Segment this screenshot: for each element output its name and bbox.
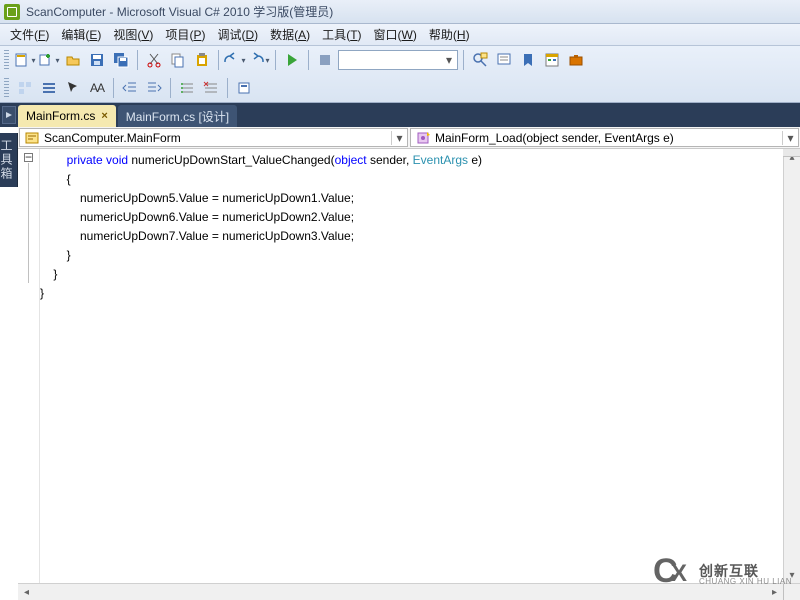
toolbar-separator bbox=[218, 50, 219, 70]
font-size-button[interactable]: AA bbox=[86, 77, 108, 99]
app-icon bbox=[4, 4, 20, 20]
watermark-logo bbox=[653, 558, 693, 592]
save-all-button[interactable] bbox=[110, 49, 132, 71]
decrease-indent-button[interactable] bbox=[119, 77, 141, 99]
member-name: MainForm_Load(object sender, EventArgs e… bbox=[435, 131, 782, 145]
scroll-left-button[interactable]: ◂ bbox=[18, 584, 35, 600]
configuration-combo[interactable] bbox=[338, 50, 458, 70]
side-panel-toggle[interactable] bbox=[2, 106, 16, 124]
watermark-cn: 创新互联 bbox=[699, 564, 792, 578]
menu-tools[interactable]: 工具(T) bbox=[316, 24, 367, 45]
fold-guide bbox=[28, 163, 29, 283]
chevron-down-icon: ▾ bbox=[782, 131, 798, 145]
paste-button[interactable] bbox=[191, 49, 213, 71]
bookmark-button[interactable] bbox=[517, 49, 539, 71]
tab-label: MainForm.cs bbox=[26, 109, 95, 123]
menu-view[interactable]: 视图(V) bbox=[107, 24, 159, 45]
menu-help[interactable]: 帮助(H) bbox=[423, 24, 476, 45]
chevron-down-icon: ▾ bbox=[446, 53, 452, 67]
toolbar-separator bbox=[463, 50, 464, 70]
tab-label: MainForm.cs [设计] bbox=[126, 108, 229, 125]
save-button[interactable] bbox=[86, 49, 108, 71]
document-tab-strip: MainForm.cs × MainForm.cs [设计] bbox=[0, 103, 800, 127]
stop-debug-button[interactable] bbox=[314, 49, 336, 71]
toolbar-separator bbox=[308, 50, 309, 70]
window-title: ScanComputer - Microsoft Visual C# 2010 … bbox=[26, 3, 333, 20]
undo-button[interactable]: ▾ bbox=[224, 49, 246, 71]
toolbar-separator bbox=[113, 78, 114, 98]
toolbox-side-tab[interactable]: 工具箱 bbox=[0, 133, 18, 187]
menu-edit[interactable]: 编辑(E) bbox=[55, 24, 107, 45]
toolbar-row-2: AA bbox=[0, 74, 800, 102]
class-icon bbox=[24, 130, 40, 146]
class-name: ScanComputer.MainForm bbox=[44, 131, 391, 145]
add-item-button[interactable]: ▾ bbox=[38, 49, 60, 71]
find-in-files-button[interactable] bbox=[469, 49, 491, 71]
comment-out-button[interactable] bbox=[176, 77, 198, 99]
code-nav-bar: ScanComputer.MainForm ▾ MainForm_Load(ob… bbox=[18, 127, 800, 149]
splitter-handle[interactable] bbox=[783, 149, 800, 157]
class-view-button[interactable] bbox=[38, 77, 60, 99]
toolbox-button[interactable] bbox=[565, 49, 587, 71]
close-icon[interactable]: × bbox=[101, 110, 107, 122]
uncomment-button[interactable] bbox=[200, 77, 222, 99]
menu-bar: 文件(F) 编辑(E) 视图(V) 项目(P) 调试(D) 数据(A) 工具(T… bbox=[0, 24, 800, 46]
class-selector[interactable]: ScanComputer.MainForm ▾ bbox=[19, 128, 408, 147]
new-project-button[interactable]: ▾ bbox=[14, 49, 36, 71]
toolbar-separator bbox=[170, 78, 171, 98]
toolbar-grip[interactable] bbox=[4, 78, 9, 98]
copy-button[interactable] bbox=[167, 49, 189, 71]
toggle-bookmark-button[interactable] bbox=[233, 77, 255, 99]
menu-window[interactable]: 窗口(W) bbox=[368, 24, 423, 45]
vertical-scrollbar[interactable]: ▴ ▾ bbox=[783, 149, 800, 600]
menu-file[interactable]: 文件(F) bbox=[4, 24, 55, 45]
code-editor[interactable]: − private void numericUpDownStart_ValueC… bbox=[18, 149, 800, 600]
watermark: 创新互联 CHUANG XIN HU LIAN bbox=[653, 558, 792, 592]
select-tool-button[interactable] bbox=[62, 77, 84, 99]
tab-mainform-designer[interactable]: MainForm.cs [设计] bbox=[118, 105, 237, 127]
fold-toggle[interactable]: − bbox=[24, 153, 33, 162]
chevron-down-icon: ▾ bbox=[391, 131, 407, 145]
toolbar-separator bbox=[275, 50, 276, 70]
object-browser-button[interactable] bbox=[14, 77, 36, 99]
toolbar-grip[interactable] bbox=[4, 50, 9, 70]
method-icon bbox=[415, 130, 431, 146]
toolbar-row-1: ▾ ▾ ▾ ▾ ▾ bbox=[0, 46, 800, 74]
open-button[interactable] bbox=[62, 49, 84, 71]
properties-button[interactable] bbox=[541, 49, 563, 71]
svg-text:A: A bbox=[97, 81, 105, 95]
member-selector[interactable]: MainForm_Load(object sender, EventArgs e… bbox=[410, 128, 799, 147]
title-bar: ScanComputer - Microsoft Visual C# 2010 … bbox=[0, 0, 800, 24]
toolbar-container: ▾ ▾ ▾ ▾ ▾ AA bbox=[0, 46, 800, 103]
redo-button[interactable]: ▾ bbox=[248, 49, 270, 71]
start-debug-button[interactable] bbox=[281, 49, 303, 71]
toolbar-separator bbox=[227, 78, 228, 98]
tab-mainform-cs[interactable]: MainForm.cs × bbox=[18, 105, 116, 127]
menu-debug[interactable]: 调试(D) bbox=[211, 24, 264, 45]
code-text[interactable]: private void numericUpDownStart_ValueCha… bbox=[40, 149, 783, 600]
comment-button[interactable] bbox=[493, 49, 515, 71]
menu-project[interactable]: 项目(P) bbox=[159, 24, 211, 45]
watermark-en: CHUANG XIN HU LIAN bbox=[699, 578, 792, 586]
cut-button[interactable] bbox=[143, 49, 165, 71]
toolbar-separator bbox=[137, 50, 138, 70]
menu-data[interactable]: 数据(A) bbox=[264, 24, 316, 45]
fold-gutter[interactable]: − bbox=[18, 149, 40, 600]
increase-indent-button[interactable] bbox=[143, 77, 165, 99]
